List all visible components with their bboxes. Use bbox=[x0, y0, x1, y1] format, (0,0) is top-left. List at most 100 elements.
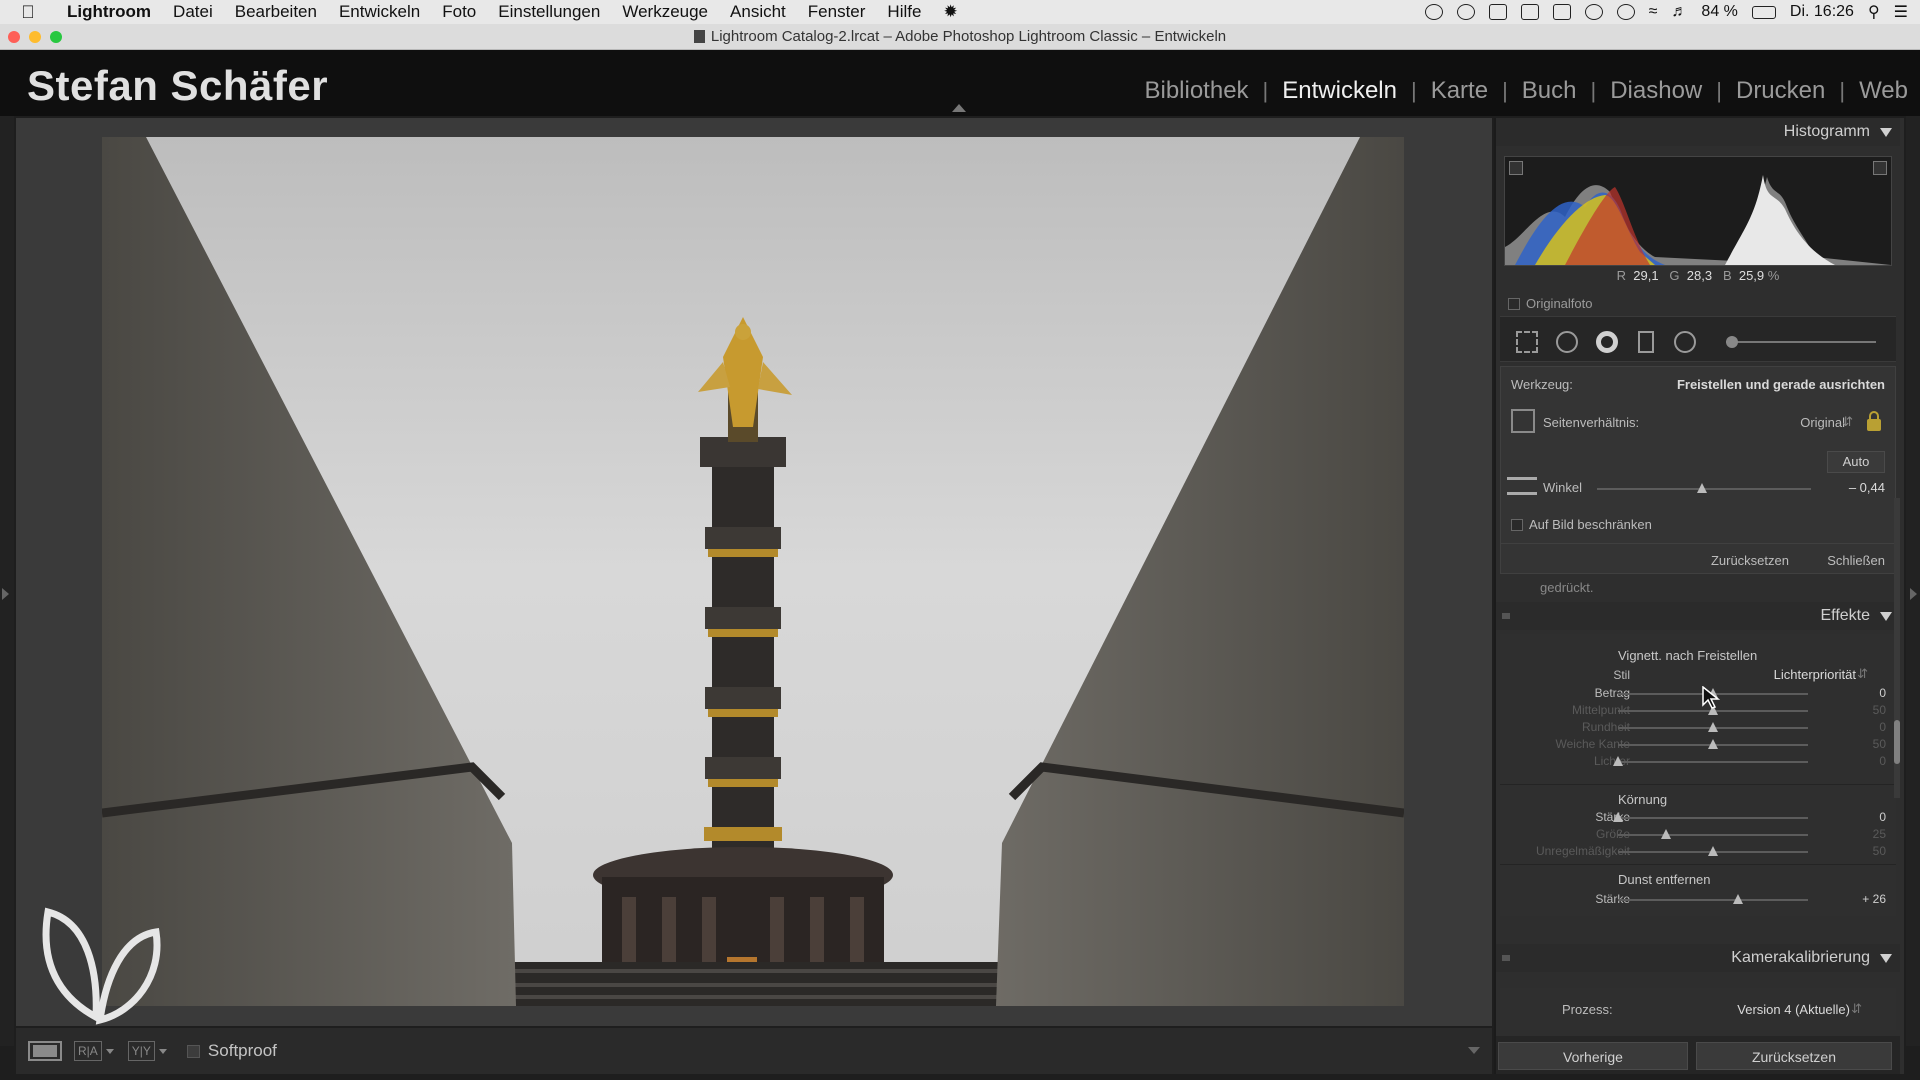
menu-hilfe[interactable]: Hilfe bbox=[876, 2, 932, 22]
panel-switch-icon[interactable] bbox=[1502, 955, 1510, 961]
select-arrows-icon[interactable]: ⇵ bbox=[1857, 666, 1868, 682]
chevron-down-icon[interactable] bbox=[105, 1048, 114, 1054]
vignette-slider-track[interactable] bbox=[1618, 722, 1808, 732]
menu-ansicht[interactable]: Ansicht bbox=[719, 2, 797, 22]
menu-werkzeuge[interactable]: Werkzeuge bbox=[611, 2, 719, 22]
dehaze-slider[interactable] bbox=[1618, 894, 1808, 904]
grain-slider-track[interactable] bbox=[1618, 846, 1808, 856]
record-icon[interactable] bbox=[1456, 4, 1475, 20]
reset-button[interactable]: Zurücksetzen bbox=[1696, 1042, 1892, 1070]
vignette-slider-value[interactable]: 50 bbox=[1873, 703, 1886, 717]
vignette-slider-value[interactable]: 0 bbox=[1879, 720, 1886, 734]
minimize-window-button[interactable] bbox=[29, 31, 41, 43]
crop-reset-button[interactable]: Zurücksetzen bbox=[1711, 553, 1789, 568]
scrollbar-thumb[interactable] bbox=[1894, 720, 1900, 764]
vignette-style-select[interactable]: Lichterpriorität bbox=[1774, 667, 1856, 682]
before-after-ra-button[interactable]: R|A bbox=[74, 1041, 102, 1061]
notes-icon[interactable] bbox=[1488, 4, 1507, 20]
grain-slider-value[interactable]: 0 bbox=[1879, 810, 1886, 824]
aspect-value-select[interactable]: Original bbox=[1800, 415, 1845, 430]
spotlight-icon[interactable]: ⚲ bbox=[1868, 2, 1880, 22]
calibration-header[interactable]: Kamerakalibrierung bbox=[1496, 944, 1900, 972]
battery-icon[interactable] bbox=[1751, 5, 1776, 19]
vignette-slider-track[interactable] bbox=[1618, 705, 1808, 715]
constrain-to-image[interactable]: Auf Bild beschränken bbox=[1511, 517, 1652, 532]
radial-filter-icon[interactable] bbox=[1674, 331, 1696, 353]
grain-slider-handle[interactable] bbox=[1660, 829, 1671, 839]
straighten-level-icon[interactable] bbox=[1507, 477, 1537, 495]
dehaze-value[interactable]: + 26 bbox=[1862, 892, 1886, 906]
clock[interactable]: Di. 16:26 bbox=[1790, 3, 1854, 21]
angle-slider[interactable] bbox=[1597, 483, 1811, 493]
process-select[interactable]: Version 4 (Aktuelle) bbox=[1737, 1002, 1850, 1017]
select-arrows-icon[interactable]: ⇵ bbox=[1842, 414, 1853, 430]
vignette-slider-value[interactable]: 0 bbox=[1879, 754, 1886, 768]
original-photo-toggle[interactable]: Originalfoto bbox=[1508, 296, 1592, 311]
dehaze-slider-handle[interactable] bbox=[1732, 894, 1743, 904]
select-arrows-icon[interactable]: ⇵ bbox=[1851, 1001, 1862, 1017]
collapse-triangle-icon[interactable] bbox=[1880, 612, 1892, 621]
panel-scrollbar[interactable] bbox=[1894, 498, 1900, 798]
close-window-button[interactable] bbox=[8, 31, 20, 43]
crop-close-button[interactable]: Schließen bbox=[1827, 553, 1885, 568]
before-after-yy-button[interactable]: Y|Y bbox=[127, 1041, 155, 1061]
grain-slider-value[interactable]: 25 bbox=[1873, 827, 1886, 841]
menu-datei[interactable]: Datei bbox=[162, 2, 224, 22]
menu-entwickeln[interactable]: Entwickeln bbox=[328, 2, 431, 22]
angle-value[interactable]: – 0,44 bbox=[1849, 480, 1885, 495]
module-entwickeln[interactable]: Entwickeln bbox=[1268, 77, 1411, 105]
script-icon[interactable]: ✹ bbox=[932, 2, 968, 22]
red-eye-icon[interactable] bbox=[1596, 331, 1618, 353]
airplay-icon[interactable] bbox=[1552, 4, 1571, 20]
module-buch[interactable]: Buch bbox=[1508, 77, 1591, 105]
vignette-slider-handle[interactable] bbox=[1613, 756, 1623, 766]
panel-switch-icon[interactable] bbox=[1502, 613, 1510, 619]
time-machine-icon[interactable] bbox=[1584, 4, 1603, 20]
shadow-clipping-icon[interactable] bbox=[1509, 161, 1523, 175]
grain-slider-value[interactable]: 50 bbox=[1873, 844, 1886, 858]
left-panel-toggle[interactable] bbox=[0, 116, 14, 1046]
original-photo-checkbox[interactable] bbox=[1508, 298, 1520, 310]
lock-icon[interactable] bbox=[1867, 411, 1881, 431]
auto-straighten-button[interactable]: Auto bbox=[1827, 451, 1885, 473]
vignette-slider-handle[interactable] bbox=[1708, 722, 1718, 732]
chevron-down-icon[interactable] bbox=[158, 1048, 167, 1054]
vignette-slider-track[interactable] bbox=[1618, 739, 1808, 749]
creative-cloud-icon[interactable] bbox=[1424, 4, 1443, 20]
vignette-slider-handle[interactable] bbox=[1708, 739, 1718, 749]
loupe-view-button[interactable] bbox=[28, 1041, 62, 1061]
crop-overlay-icon[interactable] bbox=[1516, 331, 1538, 353]
photo-preview[interactable] bbox=[102, 137, 1404, 1006]
apple-icon[interactable]:  bbox=[0, 2, 56, 23]
crop-frame-icon[interactable] bbox=[1511, 409, 1535, 433]
histogram[interactable] bbox=[1504, 156, 1892, 266]
highlight-clipping-icon[interactable] bbox=[1873, 161, 1887, 175]
grain-slider-track[interactable] bbox=[1613, 812, 1808, 822]
toolbar-menu-icon[interactable] bbox=[1468, 1047, 1480, 1054]
brush-amount-slider[interactable] bbox=[1726, 336, 1876, 348]
bookmark-icon[interactable] bbox=[1520, 4, 1539, 20]
menu-foto[interactable]: Foto bbox=[431, 2, 487, 22]
menu-einstellungen[interactable]: Einstellungen bbox=[487, 2, 611, 22]
grain-slider-handle[interactable] bbox=[1613, 812, 1623, 822]
vignette-slider-value[interactable]: 50 bbox=[1873, 737, 1886, 751]
effects-header[interactable]: Effekte bbox=[1496, 602, 1900, 630]
grain-slider-track[interactable] bbox=[1618, 829, 1808, 839]
histogram-header[interactable]: Histogramm bbox=[1496, 118, 1900, 146]
brush-amount-handle[interactable] bbox=[1726, 336, 1738, 348]
collapse-triangle-icon[interactable] bbox=[1880, 128, 1892, 137]
identity-plate[interactable]: Stefan Schäfer bbox=[27, 62, 328, 110]
module-web[interactable]: Web bbox=[1845, 77, 1908, 105]
module-drucken[interactable]: Drucken bbox=[1722, 77, 1839, 105]
angle-slider-handle[interactable] bbox=[1696, 483, 1707, 493]
graduated-filter-icon[interactable] bbox=[1638, 331, 1654, 353]
previous-button[interactable]: Vorherige bbox=[1498, 1042, 1688, 1070]
grain-slider-handle[interactable] bbox=[1708, 846, 1718, 856]
right-panel-toggle[interactable] bbox=[1906, 116, 1920, 1046]
vignette-slider-value[interactable]: 0 bbox=[1879, 686, 1886, 700]
wifi-icon[interactable]: ≈ bbox=[1649, 3, 1658, 21]
menu-fenster[interactable]: Fenster bbox=[797, 2, 877, 22]
notification-center-icon[interactable]: ☰ bbox=[1894, 2, 1908, 22]
module-karte[interactable]: Karte bbox=[1417, 77, 1502, 105]
module-bibliothek[interactable]: Bibliothek bbox=[1130, 77, 1262, 105]
